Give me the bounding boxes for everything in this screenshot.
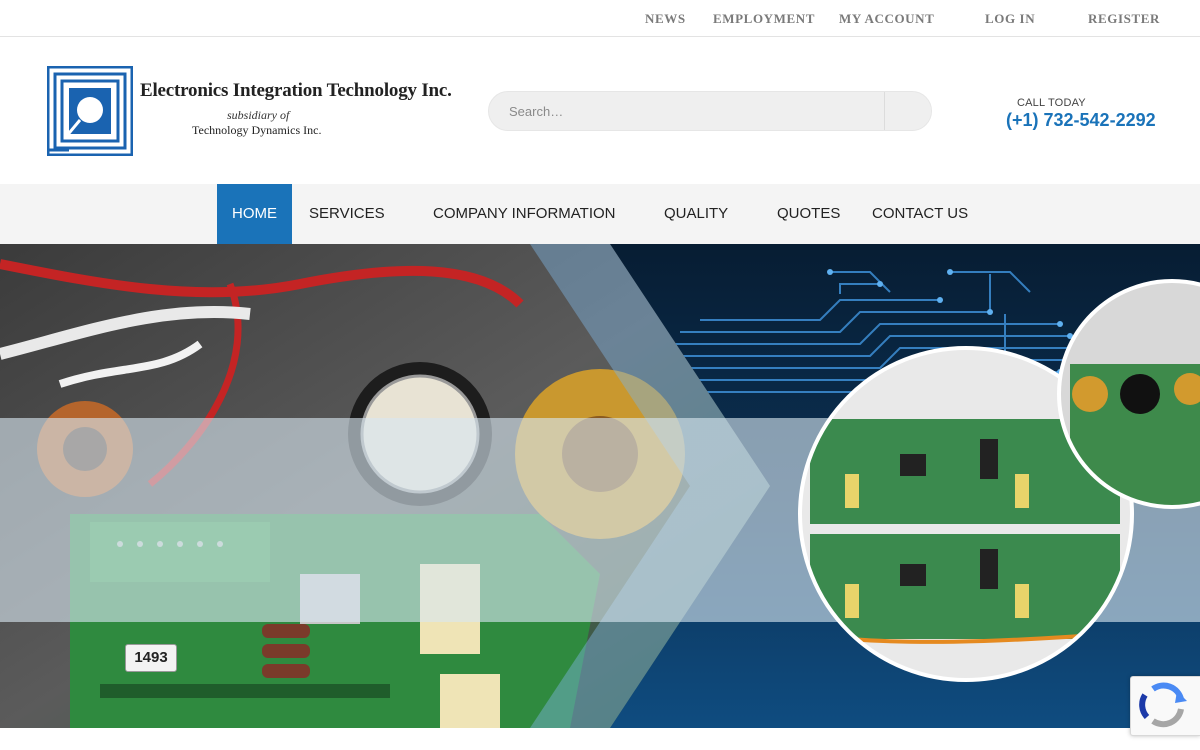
board-label: 1493 — [125, 644, 177, 672]
call-today-label: CALL TODAY — [1017, 97, 1086, 109]
company-logo[interactable]: Electronics Integration Technology Inc. … — [47, 66, 452, 156]
nav-home[interactable]: HOME — [217, 184, 292, 244]
nav-quality[interactable]: QUALITY — [664, 184, 744, 244]
hero-image — [0, 244, 1200, 728]
logo-title: Electronics Integration Technology Inc. — [140, 80, 452, 101]
employment-link[interactable]: EMPLOYMENT — [713, 11, 815, 27]
hero-banner: 1493 — [0, 244, 1200, 728]
search-bar — [488, 91, 932, 131]
logo-mark-icon — [47, 66, 133, 156]
nav-quotes[interactable]: QUOTES — [777, 184, 857, 244]
phone-number[interactable]: (+1) 732-542-2292 — [1006, 110, 1156, 131]
logo-parent-company: Technology Dynamics Inc. — [192, 123, 322, 137]
top-utility-bar: NEWS EMPLOYMENT MY ACCOUNT LOG IN REGIST… — [0, 0, 1200, 37]
nav-company-information[interactable]: COMPANY INFORMATION — [433, 184, 633, 244]
nav-services[interactable]: SERVICES — [292, 184, 402, 244]
log-in-link[interactable]: LOG IN — [985, 11, 1035, 27]
search-input[interactable] — [489, 92, 885, 130]
news-link[interactable]: NEWS — [645, 11, 686, 27]
site-header: Electronics Integration Technology Inc. … — [0, 38, 1200, 184]
register-link[interactable]: REGISTER — [1088, 11, 1160, 27]
nav-contact-us[interactable]: CONTACT US — [872, 184, 982, 244]
my-account-link[interactable]: MY ACCOUNT — [839, 11, 934, 27]
logo-subtitle: subsidiary of — [227, 108, 290, 122]
recaptcha-badge[interactable] — [1130, 676, 1200, 736]
search-button[interactable] — [884, 92, 931, 130]
recaptcha-icon — [1139, 682, 1187, 728]
main-nav: HOME SERVICES COMPANY INFORMATION QUALIT… — [0, 184, 1200, 244]
